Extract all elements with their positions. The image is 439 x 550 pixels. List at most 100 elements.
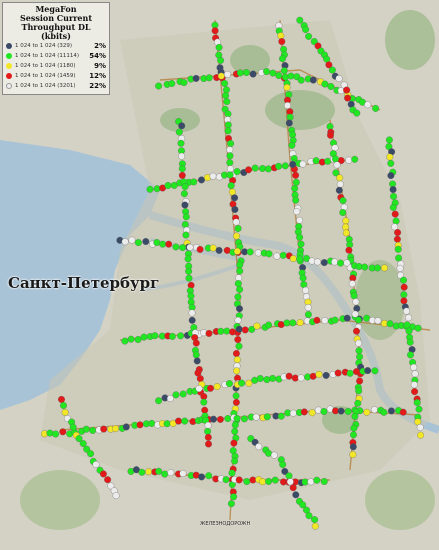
measurement-point [361,263,369,271]
measurement-point [411,388,419,396]
measurement-point [234,280,242,288]
measurement-point [243,478,251,485]
measurement-point [249,476,257,484]
measurement-point [283,319,291,327]
measurement-point [271,476,279,484]
measurement-point [269,69,277,77]
measurement-point [236,286,244,293]
measurement-point [256,375,264,382]
legend-percent: 54% [89,52,106,60]
measurement-point [289,409,297,417]
measurement-point [227,182,235,190]
measurement-point [224,415,232,422]
measurement-point [265,449,272,457]
measurement-point [233,367,241,375]
measurement-point [60,402,67,409]
measurement-point [213,383,221,391]
measurement-point [339,209,347,216]
measurement-point [192,74,200,82]
measurement-point [246,248,254,256]
legend-percent: 22% [89,82,106,90]
measurement-point [339,197,347,205]
measurement-point [228,469,236,477]
measurement-point [331,316,339,324]
measurement-point [167,469,175,477]
measurement-point [195,385,203,393]
measurement-point [253,322,261,330]
measurement-point [242,69,250,76]
measurement-point [232,218,240,226]
measurement-point [415,405,423,413]
measurement-point [234,225,242,232]
measurement-point [241,326,249,334]
measurement-point [134,239,142,247]
measurement-point [52,430,60,438]
measurement-point [69,423,77,431]
measurement-point [188,316,196,324]
measurement-point [292,171,300,179]
measurement-point [314,258,321,266]
measurement-point [205,472,213,480]
measurement-point [249,70,257,78]
measurement-point [407,351,414,359]
measurement-point [348,280,356,288]
legend-swatch [6,53,12,59]
measurement-point [297,240,305,248]
measurement-point [403,321,411,329]
measurement-point [121,337,129,345]
legend-range: 1 024 to 1 024 (11114) [15,53,80,59]
measurement-point [181,201,189,209]
measurement-point [179,244,187,252]
measurement-point [230,493,238,501]
measurement-point [205,74,213,82]
measurement-point [234,316,242,324]
measurement-point [235,342,243,350]
measurement-point [204,427,212,435]
measurement-point [168,332,176,340]
measurement-point [233,232,240,240]
measurement-point [400,276,407,284]
measurement-point [364,367,372,375]
measurement-point [163,420,171,428]
measurement-point [231,457,239,465]
map-view[interactable]: Санкт-Петербург ЖЕЛЕЗНОДОРОЖН MegaFon Se… [0,0,439,550]
measurement-point [289,255,297,263]
measurement-point [332,155,339,163]
measurement-point [61,408,69,416]
measurement-point [140,333,148,341]
measurement-point [416,423,424,431]
measurement-point [417,431,425,439]
legend-item: 1 024 to 1 024 (11114) 54% [6,51,106,61]
measurement-point [328,66,336,74]
measurement-point [355,387,363,395]
measurement-point [226,152,234,160]
measurement-point [364,101,372,109]
legend-item: 1 024 to 1 024 (1459) 12% [6,71,106,81]
measurement-point [58,395,65,403]
measurement-point [192,339,200,347]
measurement-point [153,239,161,246]
measurement-point [296,319,304,327]
legend-percent: 9% [94,62,106,70]
measurement-point [192,351,200,359]
measurement-point [289,160,297,168]
measurement-point [350,431,357,439]
measurement-point [403,307,410,315]
measurement-point [172,243,180,251]
measurement-point [335,186,343,194]
measurement-point [205,440,212,448]
measurement-point [223,86,230,94]
measurement-point [381,264,388,272]
measurement-point [200,398,208,406]
measurement-point [344,94,352,102]
measurement-point [285,472,293,480]
measurement-point [146,185,154,193]
measurement-point [269,374,277,382]
measurement-point [275,162,283,170]
measurement-point [302,286,310,294]
legend-percent: 12% [89,72,106,80]
measurement-point [180,190,188,198]
measurement-point [346,369,354,377]
measurement-point [297,76,305,84]
measurement-point [234,293,242,301]
